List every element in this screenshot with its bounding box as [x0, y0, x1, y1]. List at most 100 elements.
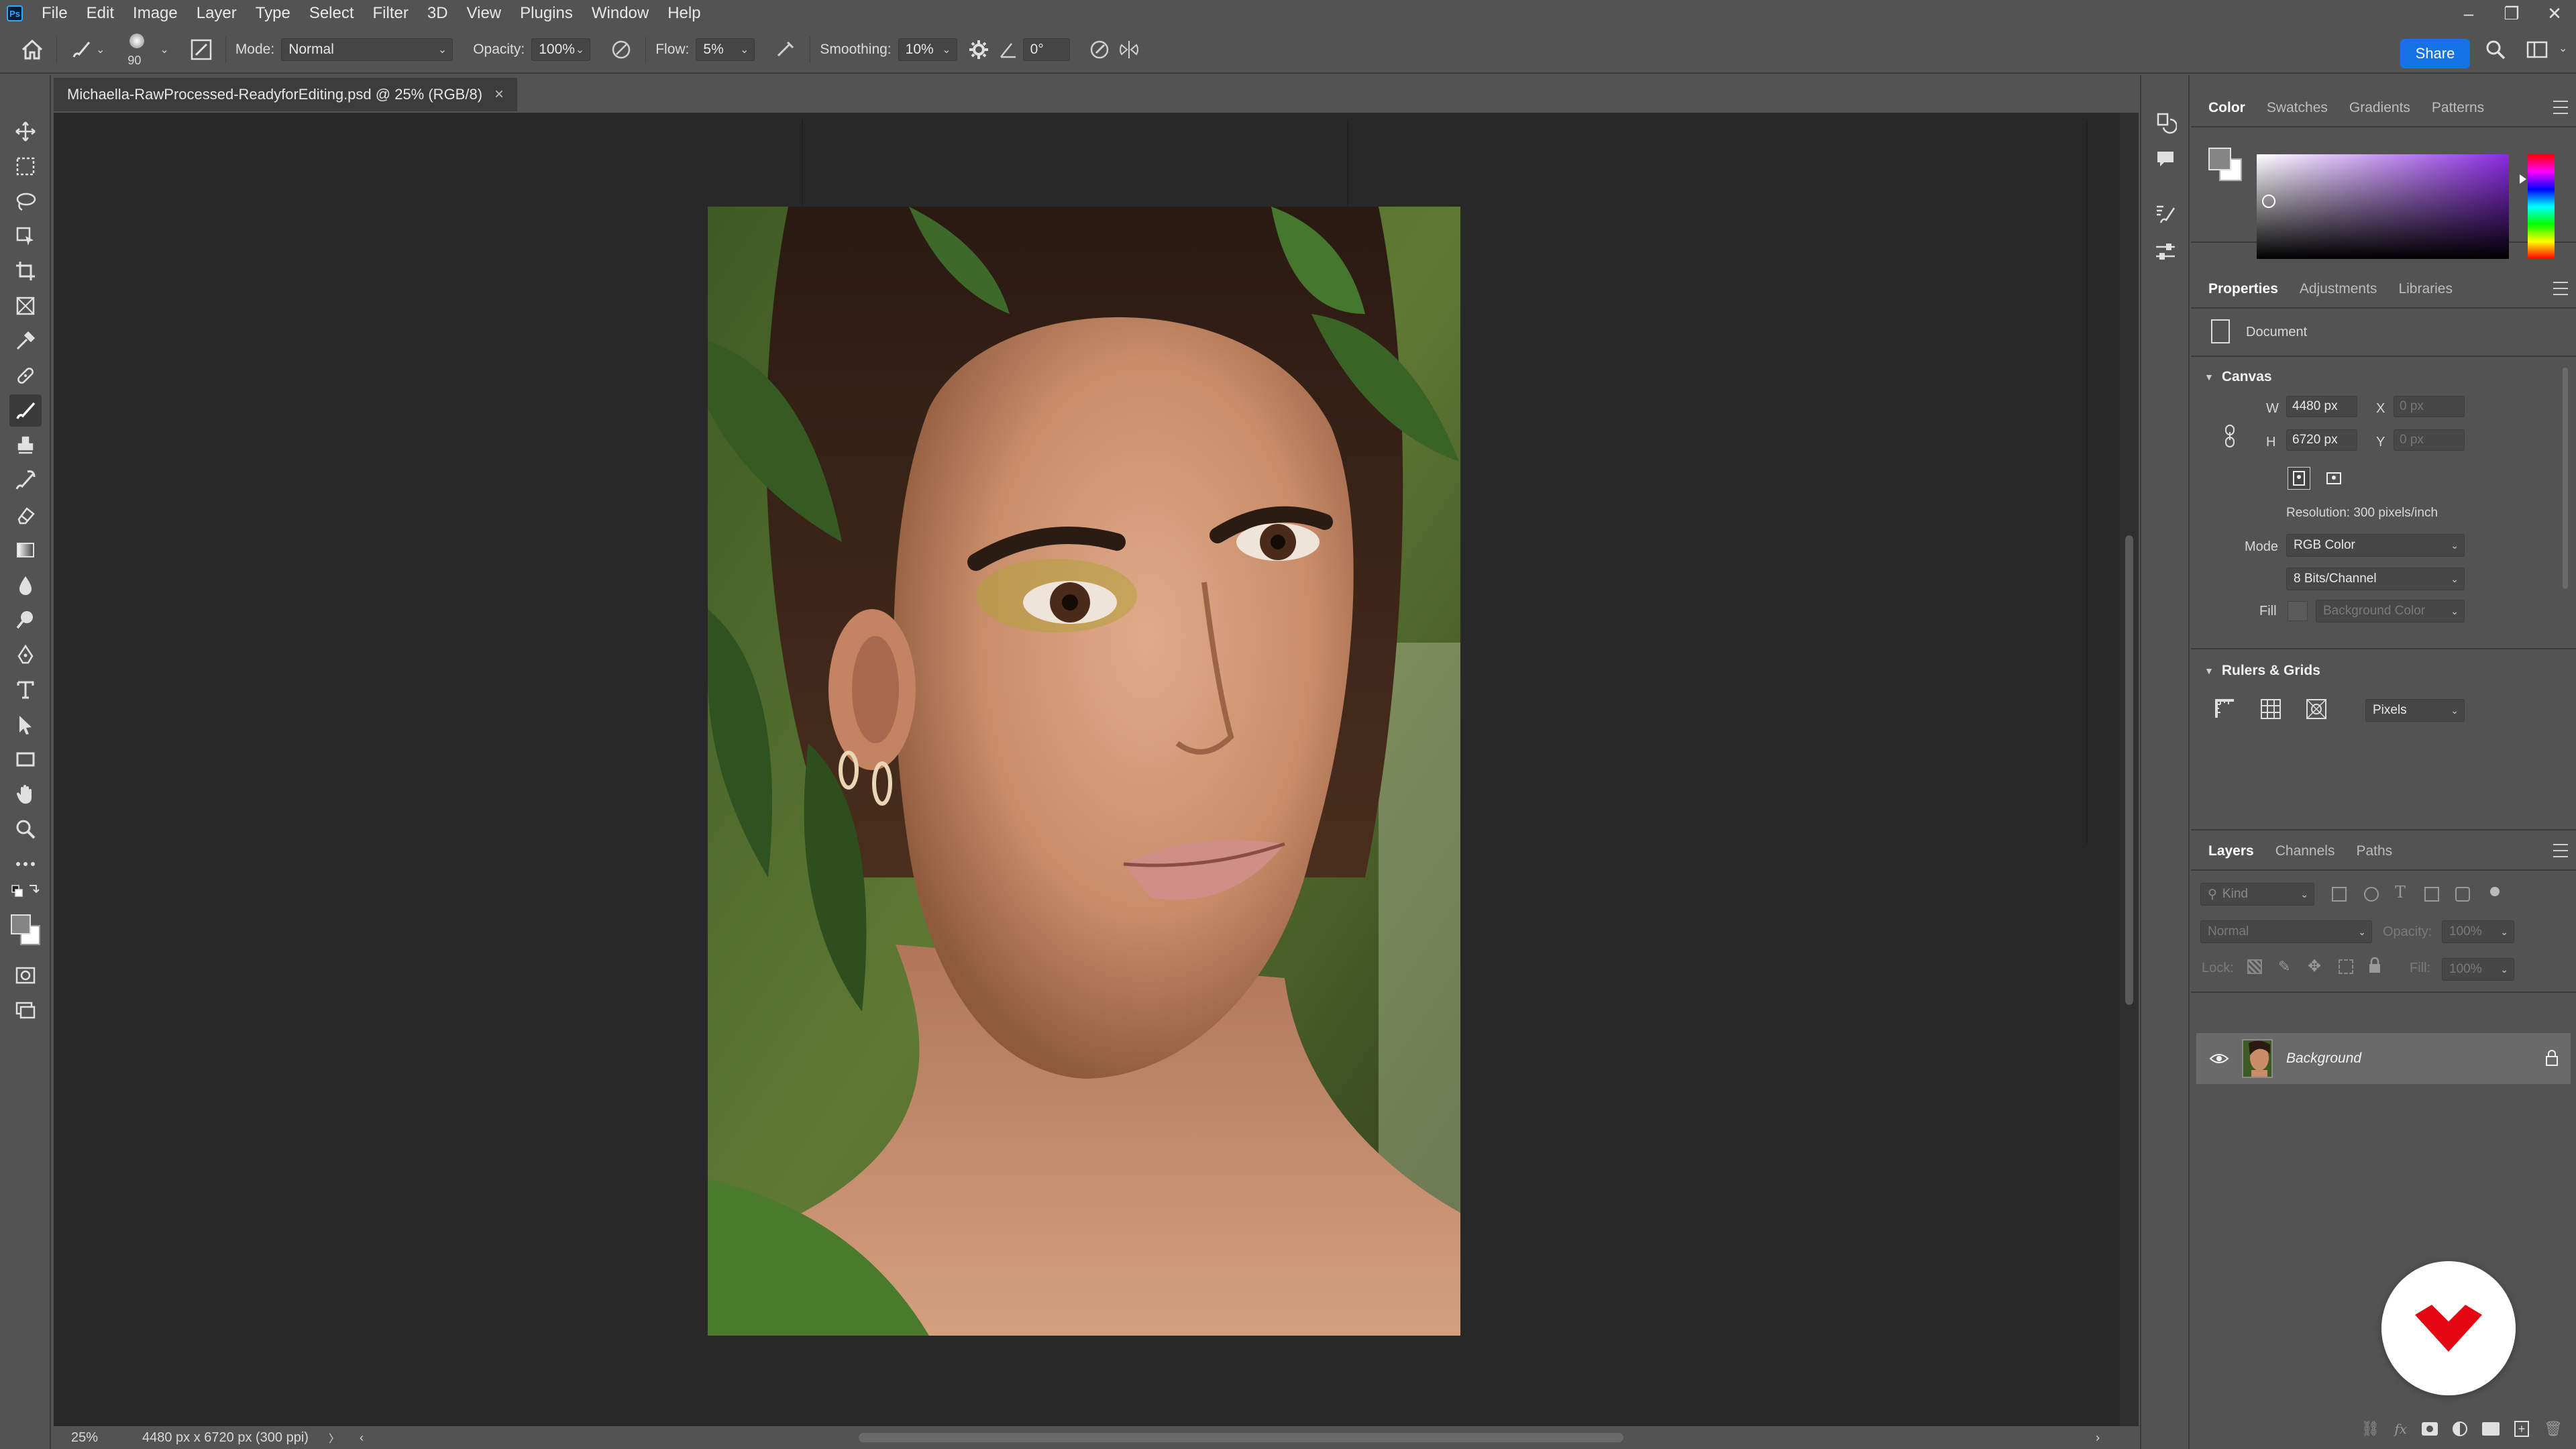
guides-icon[interactable] — [2305, 698, 2328, 720]
menu-filter[interactable]: Filter — [364, 0, 418, 27]
vertical-scrollbar[interactable] — [2120, 113, 2139, 1426]
workspace-icon[interactable] — [2522, 35, 2552, 64]
landscape-orientation-button[interactable] — [2322, 467, 2345, 490]
move-tool-icon[interactable] — [9, 115, 42, 148]
layer-name[interactable]: Background — [2286, 1051, 2361, 1067]
panel-menu-icon[interactable] — [2553, 282, 2568, 295]
filter-adjustment-icon[interactable] — [2364, 887, 2379, 902]
horizontal-scrollbar-thumb[interactable] — [859, 1433, 1623, 1442]
tab-gradients[interactable]: Gradients — [2339, 90, 2421, 126]
menu-3d[interactable]: 3D — [418, 0, 458, 27]
canvas-section-header[interactable]: ▼ Canvas — [2204, 369, 2272, 385]
portrait-orientation-button[interactable] — [2288, 467, 2310, 490]
minimize-button[interactable]: – — [2447, 0, 2490, 27]
quick-mask-icon[interactable] — [9, 959, 42, 991]
gear-icon[interactable] — [964, 35, 994, 64]
menu-help[interactable]: Help — [658, 0, 710, 27]
brush-preset-icon[interactable] — [66, 35, 96, 64]
foreground-color-swatch[interactable] — [2208, 148, 2231, 170]
link-icon[interactable] — [2223, 424, 2237, 448]
eyedropper-tool-icon[interactable] — [9, 325, 42, 357]
scrollbar-thumb[interactable] — [2125, 535, 2133, 1005]
menu-file[interactable]: File — [32, 0, 77, 27]
brush-settings-panel-icon[interactable] — [2150, 199, 2181, 229]
chevron-down-icon[interactable]: ⌄ — [96, 43, 105, 56]
lock-pixels-icon[interactable]: ✎ — [2278, 958, 2290, 975]
properties-scrollbar[interactable] — [2561, 361, 2569, 790]
search-icon[interactable] — [2481, 35, 2510, 64]
color-mode-select[interactable]: RGB Color ⌄ — [2286, 534, 2465, 557]
fx-icon[interactable]: fx — [2394, 1421, 2407, 1437]
fill-swatch[interactable] — [2288, 601, 2308, 621]
adjustment-layer-icon[interactable] — [2453, 1421, 2468, 1436]
lock-artboard-icon[interactable] — [2339, 959, 2353, 974]
panel-menu-icon[interactable] — [2553, 101, 2568, 114]
scroll-right-arrow[interactable]: › — [2096, 1431, 2100, 1445]
opacity-input[interactable]: 100% ⌄ — [531, 38, 591, 61]
menu-plugins[interactable]: Plugins — [511, 0, 582, 27]
menu-image[interactable]: Image — [123, 0, 187, 27]
bit-depth-select[interactable]: 8 Bits/Channel ⌄ — [2286, 568, 2465, 590]
menu-type[interactable]: Type — [246, 0, 300, 27]
type-tool-icon[interactable] — [9, 674, 42, 706]
tab-layers[interactable]: Layers — [2198, 833, 2265, 869]
tab-patterns[interactable]: Patterns — [2421, 90, 2495, 126]
lock-all-icon[interactable] — [2368, 957, 2381, 974]
height-input[interactable]: 6720 px — [2286, 429, 2357, 451]
angle-input[interactable]: 0° — [1022, 38, 1070, 61]
object-selection-tool-icon[interactable] — [9, 220, 42, 252]
tab-color[interactable]: Color — [2198, 90, 2256, 126]
tab-swatches[interactable]: Swatches — [2256, 90, 2339, 126]
foreground-color-swatch[interactable] — [11, 914, 31, 934]
layer-opacity-input[interactable]: 100% ⌄ — [2442, 920, 2514, 943]
trash-icon[interactable]: 🗑 — [2544, 1420, 2563, 1438]
tab-channels[interactable]: Channels — [2265, 833, 2346, 869]
history-icon[interactable] — [2150, 107, 2181, 138]
history-brush-tool-icon[interactable] — [9, 464, 42, 496]
chevron-down-icon[interactable]: ⌄ — [2559, 42, 2567, 55]
home-icon[interactable] — [17, 35, 47, 64]
blend-mode-select[interactable]: Normal ⌄ — [281, 38, 453, 61]
marquee-tool-icon[interactable] — [9, 150, 42, 182]
link-layers-icon[interactable]: ⛓ — [2361, 1420, 2379, 1438]
filter-pixel-icon[interactable] — [2332, 887, 2347, 902]
document-image[interactable] — [708, 207, 1460, 1336]
zoom-level[interactable]: 25% — [71, 1430, 138, 1446]
panel-fg-bg-swatch[interactable] — [2207, 146, 2245, 184]
clone-stamp-tool-icon[interactable] — [9, 429, 42, 462]
rectangle-tool-icon[interactable] — [9, 743, 42, 775]
lock-icon[interactable] — [2545, 1049, 2559, 1070]
foreground-background-swatch[interactable] — [9, 910, 42, 950]
scrollbar-thumb[interactable] — [2563, 368, 2568, 589]
lasso-tool-icon[interactable] — [9, 185, 42, 217]
path-selection-tool-icon[interactable] — [9, 708, 42, 741]
document-info[interactable]: 4480 px x 6720 px (300 ppi) — [142, 1430, 309, 1446]
color-picker-handle[interactable] — [2262, 195, 2275, 208]
share-button[interactable]: Share — [2400, 39, 2470, 68]
layer-fill-input[interactable]: 100% ⌄ — [2442, 958, 2514, 981]
comments-icon[interactable] — [2150, 144, 2181, 174]
dodge-tool-icon[interactable] — [9, 604, 42, 636]
smoothing-input[interactable]: 10% ⌄ — [898, 38, 957, 61]
brush-settings-icon[interactable] — [186, 35, 216, 64]
tab-adjustments[interactable]: Adjustments — [2289, 271, 2388, 307]
close-icon[interactable]: × — [494, 85, 504, 104]
filter-smart-object-icon[interactable] — [2455, 887, 2470, 902]
tab-properties[interactable]: Properties — [2198, 271, 2289, 307]
pressure-size-icon[interactable] — [1085, 35, 1114, 64]
zoom-tool-icon[interactable] — [9, 813, 42, 845]
hand-tool-icon[interactable] — [9, 778, 42, 810]
brush-size-picker[interactable]: 90 — [123, 30, 150, 70]
close-window-button[interactable]: ✕ — [2533, 0, 2576, 27]
add-mask-icon[interactable] — [2422, 1422, 2438, 1436]
layer-blend-mode-select[interactable]: Normal ⌄ — [2200, 920, 2372, 943]
ruler-units-select[interactable]: Pixels ⌄ — [2365, 699, 2465, 722]
color-field[interactable] — [2257, 154, 2509, 259]
gradient-tool-icon[interactable] — [9, 534, 42, 566]
blur-tool-icon[interactable] — [9, 569, 42, 601]
brush-tool-icon[interactable] — [9, 394, 42, 427]
filter-type-icon[interactable]: T — [2395, 883, 2406, 902]
crop-tool-icon[interactable] — [9, 255, 42, 287]
grid-icon[interactable] — [2259, 698, 2282, 720]
eraser-tool-icon[interactable] — [9, 499, 42, 531]
